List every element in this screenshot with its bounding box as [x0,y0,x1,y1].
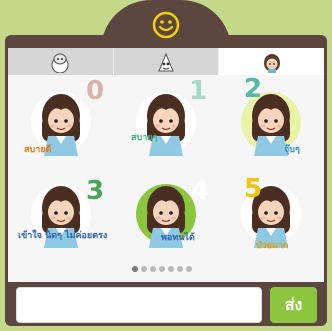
sticker-number: 1 [189,76,208,106]
send-button[interactable]: ส่ง [270,287,317,323]
composer-bar: ส่ง [8,284,324,326]
page-dot[interactable] [150,266,156,272]
sticker-item-0[interactable]: 0 สบายดี [16,76,106,158]
sticker-number: 2 [244,74,263,104]
tab-sticker-pack-2[interactable] [113,48,220,75]
sticker-caption: สบายดี [24,145,52,155]
tab-sticker-pack-3[interactable] [219,48,324,75]
sticker-caption: ป่วยมาก [256,241,289,251]
gorilla-sticker-icon [51,53,69,73]
page-dot[interactable] [168,266,174,272]
tab-sticker-pack-1[interactable] [8,48,114,75]
sticker-caption: เข้าใจ นิดๆ ไม่ค่อยตรง [18,231,108,241]
sticker-number: 0 [86,76,105,106]
sticker-item-3[interactable]: 3 เข้าใจ นิดๆ ไม่ค่อยตรง [16,172,108,250]
message-input[interactable] [16,287,262,323]
emoji-tab-header[interactable] [101,0,231,50]
sticker-item-5[interactable]: 5 ป่วยมาก [226,172,316,251]
sticker-number: 3 [86,176,105,206]
page-dot[interactable] [186,266,192,272]
sticker-package-tabs [8,48,324,75]
page-dot[interactable] [141,266,147,272]
sticker-item-1[interactable]: 1 สบายๆ [121,76,211,158]
cartoon-sticker-icon [158,52,174,71]
sticker-caption: จุ๊บๆ [284,145,300,155]
sticker-panel: 0 สบายดี 1 สบายๆ 2 จุ๊บๆ 3 เข้าใจ นิดๆ ไ… [8,48,324,282]
sticker-item-4[interactable]: 4 พอทนได้ [121,172,211,250]
sticker-caption: พอทนได้ [161,233,195,243]
page-dot[interactable] [132,266,138,272]
sticker-number: 5 [244,174,263,204]
page-dot[interactable] [177,266,183,272]
girl-sticker-icon [263,53,280,73]
girl-sticker-image [241,92,301,156]
page-dot[interactable] [159,266,165,272]
sticker-item-2[interactable]: 2 จุ๊บๆ [226,74,316,158]
page-indicator [132,266,192,272]
smiley-icon[interactable] [151,10,181,40]
sticker-number: 4 [191,176,210,206]
sticker-caption: สบายๆ [131,133,158,143]
